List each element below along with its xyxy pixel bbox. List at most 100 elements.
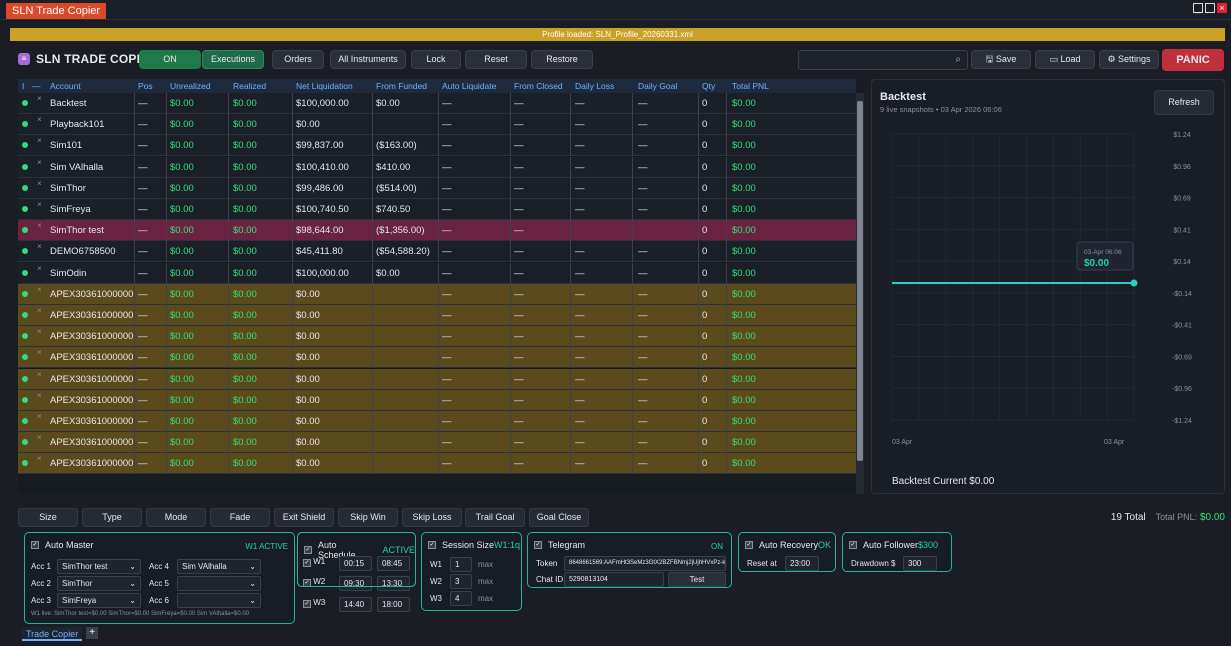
col-pos[interactable]: Pos xyxy=(138,81,153,91)
goal-close-button[interactable]: Goal Close xyxy=(529,508,589,527)
col-qty[interactable]: Qty xyxy=(702,81,715,91)
auto-follower-checkbox[interactable]: ✓ xyxy=(849,541,857,549)
reset-button[interactable]: Reset xyxy=(465,50,527,69)
exit-shield-button[interactable]: Exit Shield xyxy=(274,508,334,527)
table-row[interactable]: × APEX30361000000 — $0.00 $0.00 $0.00 — — — — 0 $0.… xyxy=(18,432,856,454)
load-button[interactable]: ▭ Load xyxy=(1035,50,1095,69)
remove-row-icon[interactable]: × xyxy=(37,306,42,315)
remove-row-icon[interactable]: × xyxy=(37,115,42,124)
col-from-closed[interactable]: From Closed xyxy=(514,81,563,91)
telegram-test-button[interactable]: Test xyxy=(668,572,726,587)
col-total-pnl[interactable]: Total PNL xyxy=(732,81,769,91)
mode-button[interactable]: Mode xyxy=(146,508,206,527)
remove-row-icon[interactable]: × xyxy=(37,370,42,379)
col-auto-liquidate[interactable]: Auto Liquidate xyxy=(442,81,496,91)
col-account[interactable]: Account xyxy=(50,81,81,91)
remove-row-icon[interactable]: × xyxy=(37,327,42,336)
chat-id-input[interactable]: 5290813104 xyxy=(564,572,664,587)
on-button[interactable]: ON xyxy=(139,50,201,69)
save-button[interactable]: 🖫 Save xyxy=(971,50,1031,69)
remove-row-icon[interactable]: × xyxy=(37,433,42,442)
session-size-checkbox[interactable]: ✓ xyxy=(428,541,436,549)
table-row[interactable]: × APEX30361000000 — $0.00 $0.00 $0.00 — — — — 0 $0.… xyxy=(18,326,856,348)
col-daily-loss[interactable]: Daily Loss xyxy=(575,81,614,91)
remove-row-icon[interactable]: × xyxy=(37,242,42,251)
col-from-funded[interactable]: From Funded xyxy=(376,81,427,91)
table-row[interactable]: × DEMO6758500 — $0.00 $0.00 $45,411.80 ($54,58… xyxy=(18,241,856,263)
table-row[interactable]: × SimThor test — $0.00 $0.00 $98,644.00 ($1,35… xyxy=(18,220,856,242)
tab-trade-copier[interactable]: Trade Copier xyxy=(22,627,83,641)
close-icon[interactable]: × xyxy=(1217,3,1227,13)
acc6-select[interactable]: ⌄ xyxy=(177,593,261,608)
remove-row-icon[interactable]: × xyxy=(37,264,42,273)
app-title-tab[interactable]: SLN Trade Copier xyxy=(6,3,107,19)
table-row[interactable]: × SimOdin — $0.00 $0.00 $100,000.00 $0.00 — — — — 0… xyxy=(18,262,856,284)
col-unrealized[interactable]: Unrealized xyxy=(170,81,211,91)
size-button[interactable]: Size xyxy=(18,508,78,527)
w3-end[interactable]: 18:00 xyxy=(377,597,410,612)
search-input[interactable]: ⌕ xyxy=(798,50,968,70)
auto-master-checkbox[interactable]: ✓ xyxy=(31,541,39,549)
panic-button[interactable]: PANIC xyxy=(1162,49,1224,71)
remove-row-icon[interactable]: × xyxy=(37,94,42,103)
auto-recovery-checkbox[interactable]: ✓ xyxy=(745,541,753,549)
w3-checkbox[interactable]: ✓ xyxy=(303,600,311,608)
acc2-select[interactable]: SimThor ⌄ xyxy=(57,576,141,591)
table-row[interactable]: × APEX30361000000 — $0.00 $0.00 $0.00 — — — — 0 $0.… xyxy=(18,368,856,390)
table-row[interactable]: × APEX30361000000 — $0.00 $0.00 $0.00 — — — — 0 $0.… xyxy=(18,411,856,432)
col-net-liquidation[interactable]: Net Liquidation xyxy=(296,81,353,91)
acc1-select[interactable]: SimThor test ⌄ xyxy=(57,559,141,574)
table-row[interactable]: × Playback101 — $0.00 $0.00 $0.00 — — — — 0 $0.00 xyxy=(18,114,856,136)
type-button[interactable]: Type xyxy=(82,508,142,527)
table-row[interactable]: × Backtest — $0.00 $0.00 $100,000.00 $0.00 — — — —… xyxy=(18,93,856,114)
remove-row-icon[interactable]: × xyxy=(37,221,42,230)
grid-scrollbar[interactable] xyxy=(856,93,864,494)
auto-schedule-checkbox[interactable]: ✓ xyxy=(304,546,312,554)
remove-row-icon[interactable]: × xyxy=(37,348,42,357)
refresh-button[interactable]: Refresh xyxy=(1154,90,1214,115)
session-w3-input[interactable]: 4 xyxy=(450,591,472,606)
lock-button[interactable]: Lock xyxy=(411,50,461,69)
table-row[interactable]: × APEX30361000000 — $0.00 $0.00 $0.00 — — — — 0 $0.… xyxy=(18,453,856,475)
remove-row-icon[interactable]: × xyxy=(37,391,42,400)
session-w1-input[interactable]: 1 xyxy=(450,557,472,572)
remove-row-icon[interactable]: × xyxy=(37,412,42,421)
w3-check[interactable]: ✓ W3 xyxy=(303,598,325,608)
col-realized[interactable]: Realized xyxy=(233,81,266,91)
remove-row-icon[interactable]: × xyxy=(37,179,42,188)
restore-button[interactable]: Restore xyxy=(531,50,593,69)
orders-button[interactable]: Orders xyxy=(272,50,324,69)
remove-row-icon[interactable]: × xyxy=(37,454,42,463)
fade-button[interactable]: Fade xyxy=(210,508,270,527)
settings-button[interactable]: ⚙ Settings xyxy=(1099,50,1159,69)
table-row[interactable]: × Sim101 — $0.00 $0.00 $99,837.00 ($163.00) — — —… xyxy=(18,135,856,157)
table-row[interactable]: × SimFreya — $0.00 $0.00 $100,740.50 $740.50 — —… xyxy=(18,199,856,220)
remove-row-icon[interactable]: × xyxy=(37,136,42,145)
skip-loss-button[interactable]: Skip Loss xyxy=(402,508,462,527)
header-collapse[interactable]: — xyxy=(32,81,41,91)
table-row[interactable]: × APEX30361000000 — $0.00 $0.00 $0.00 — — — — 0 $0.… xyxy=(18,283,856,305)
table-row[interactable]: × APEX30361000000 — $0.00 $0.00 $0.00 — — — — 0 $0.… xyxy=(18,347,856,369)
executions-button[interactable]: Executions xyxy=(202,50,264,69)
add-tab-icon[interactable]: + xyxy=(86,627,99,639)
remove-row-icon[interactable]: × xyxy=(37,200,42,209)
table-row[interactable]: × APEX30361000000 — $0.00 $0.00 $0.00 — — — — 0 $0.… xyxy=(18,305,856,326)
table-row[interactable]: × APEX30361000000 — $0.00 $0.00 $0.00 — — — — 0 $0.… xyxy=(18,389,856,411)
acc5-select[interactable]: ⌄ xyxy=(177,576,261,591)
w3-start[interactable]: 14:40 xyxy=(339,597,372,612)
table-row[interactable]: × Sim VAlhalla — $0.00 $0.00 $100,410.00 $410.… xyxy=(18,156,856,178)
remove-row-icon[interactable]: × xyxy=(37,285,42,294)
reset-at-input[interactable]: 23:00 xyxy=(785,556,819,571)
acc4-select[interactable]: Sim VAlhalla ⌄ xyxy=(177,559,261,574)
table-row[interactable]: × SimThor — $0.00 $0.00 $99,486.00 ($514.00) — —… xyxy=(18,177,856,199)
trail-goal-button[interactable]: Trail Goal xyxy=(465,508,525,527)
telegram-checkbox[interactable]: ✓ xyxy=(534,541,542,549)
minimize-icon[interactable]: _ xyxy=(1193,3,1203,13)
token-input[interactable]: 8648661569:AAFmHt3SeMz3GtX2BZFBNmj2jUjhH… xyxy=(564,556,726,571)
drawdown-input[interactable]: 300 xyxy=(903,556,937,571)
acc3-select[interactable]: SimFreya ⌄ xyxy=(57,593,141,608)
all-instruments-button[interactable]: All Instruments xyxy=(330,50,406,69)
maximize-icon[interactable] xyxy=(1205,3,1215,13)
skip-win-button[interactable]: Skip Win xyxy=(338,508,398,527)
remove-row-icon[interactable]: × xyxy=(37,158,42,167)
